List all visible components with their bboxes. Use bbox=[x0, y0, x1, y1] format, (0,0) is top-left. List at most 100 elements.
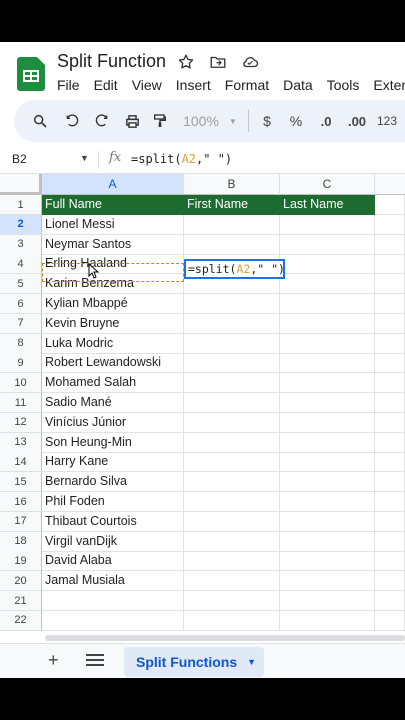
cell[interactable] bbox=[184, 214, 280, 235]
zoom-select[interactable]: 100% bbox=[178, 100, 224, 142]
cell[interactable]: Virgil vanDijk bbox=[42, 531, 184, 552]
row-number[interactable]: 4 bbox=[0, 254, 42, 275]
cell[interactable] bbox=[280, 313, 375, 334]
cell[interactable]: David Alaba bbox=[42, 551, 184, 572]
paint-format-icon[interactable] bbox=[148, 100, 172, 142]
cell[interactable]: Erling Haaland bbox=[42, 254, 184, 275]
undo-icon[interactable] bbox=[60, 100, 84, 142]
all-sheets-icon[interactable] bbox=[86, 652, 104, 668]
name-box[interactable]: B2 bbox=[12, 152, 27, 166]
cell[interactable] bbox=[375, 452, 405, 473]
row-number[interactable]: 11 bbox=[0, 393, 42, 413]
cell[interactable] bbox=[280, 274, 375, 295]
row-number[interactable]: 9 bbox=[0, 353, 42, 374]
cell[interactable] bbox=[375, 274, 405, 295]
cell[interactable] bbox=[375, 373, 405, 394]
cell[interactable] bbox=[184, 353, 280, 374]
cell[interactable] bbox=[184, 412, 280, 433]
cell[interactable] bbox=[184, 393, 280, 413]
cell[interactable] bbox=[184, 432, 280, 453]
cell[interactable]: Karim Benzema bbox=[42, 274, 184, 295]
cell[interactable] bbox=[280, 610, 375, 631]
print-icon[interactable] bbox=[120, 100, 144, 142]
cell[interactable] bbox=[184, 511, 280, 532]
menu-tools[interactable]: Tools bbox=[327, 77, 360, 93]
cell[interactable] bbox=[375, 492, 405, 512]
cell[interactable] bbox=[375, 393, 405, 413]
row-number[interactable]: 12 bbox=[0, 412, 42, 433]
cell[interactable]: Phil Foden bbox=[42, 492, 184, 512]
menu-file[interactable]: File bbox=[57, 77, 80, 93]
currency-format-button[interactable]: $ bbox=[258, 100, 276, 142]
row-number[interactable]: 5 bbox=[0, 274, 42, 295]
cell[interactable] bbox=[280, 591, 375, 611]
cell[interactable] bbox=[375, 195, 405, 215]
sheets-logo-icon[interactable] bbox=[17, 57, 45, 91]
cell[interactable] bbox=[375, 571, 405, 592]
cell[interactable] bbox=[375, 610, 405, 631]
cell[interactable]: Jamal Musiala bbox=[42, 571, 184, 592]
cell[interactable] bbox=[280, 571, 375, 592]
horizontal-scrollbar[interactable] bbox=[45, 635, 405, 641]
row-number[interactable]: 16 bbox=[0, 492, 42, 512]
menu-view[interactable]: View bbox=[132, 77, 162, 93]
cell[interactable]: Harry Kane bbox=[42, 452, 184, 473]
cell[interactable] bbox=[375, 353, 405, 374]
row-number[interactable]: 2 bbox=[0, 214, 42, 235]
cell[interactable] bbox=[280, 412, 375, 433]
cell[interactable] bbox=[375, 472, 405, 493]
formula-input[interactable]: =split(A2," ") bbox=[131, 152, 232, 166]
cell[interactable] bbox=[280, 551, 375, 572]
menu-insert[interactable]: Insert bbox=[176, 77, 211, 93]
cell[interactable]: Kylian Mbappé bbox=[42, 294, 184, 314]
cell[interactable] bbox=[280, 432, 375, 453]
zoom-dropdown-icon[interactable]: ▼ bbox=[226, 100, 240, 142]
menu-extensions[interactable]: Exten bbox=[373, 77, 405, 93]
cell[interactable] bbox=[184, 610, 280, 631]
percent-format-button[interactable]: % bbox=[286, 100, 306, 142]
cell[interactable] bbox=[184, 472, 280, 493]
move-folder-icon[interactable] bbox=[208, 52, 228, 72]
row-number[interactable]: 15 bbox=[0, 472, 42, 493]
cell[interactable] bbox=[42, 610, 184, 631]
cell[interactable] bbox=[184, 571, 280, 592]
menu-data[interactable]: Data bbox=[283, 77, 313, 93]
cell[interactable] bbox=[184, 333, 280, 354]
cell[interactable]: Thibaut Courtois bbox=[42, 511, 184, 532]
cell[interactable]: Bernardo Silva bbox=[42, 472, 184, 493]
cell[interactable] bbox=[280, 214, 375, 235]
cell[interactable]: Last Name bbox=[280, 195, 375, 215]
cell[interactable] bbox=[375, 234, 405, 255]
row-number[interactable]: 8 bbox=[0, 333, 42, 354]
cell[interactable]: First Name bbox=[184, 195, 280, 215]
cell[interactable] bbox=[280, 531, 375, 552]
select-all-corner[interactable] bbox=[0, 174, 42, 195]
row-number[interactable]: 13 bbox=[0, 432, 42, 453]
cloud-status-icon[interactable] bbox=[240, 52, 260, 72]
row-number[interactable]: 3 bbox=[0, 234, 42, 255]
cell[interactable] bbox=[280, 492, 375, 512]
cell[interactable] bbox=[375, 551, 405, 572]
menu-format[interactable]: Format bbox=[225, 77, 269, 93]
cell[interactable] bbox=[375, 412, 405, 433]
row-number[interactable]: 22 bbox=[0, 610, 42, 631]
row-number[interactable]: 19 bbox=[0, 551, 42, 572]
column-header-d[interactable] bbox=[375, 174, 405, 195]
cell[interactable] bbox=[280, 452, 375, 473]
cell[interactable] bbox=[280, 234, 375, 255]
column-header-b[interactable]: B bbox=[184, 174, 280, 195]
cell[interactable]: Sadio Mané bbox=[42, 393, 184, 413]
cell[interactable] bbox=[375, 254, 405, 275]
document-title[interactable]: Split Function bbox=[57, 51, 166, 72]
redo-icon[interactable] bbox=[90, 100, 114, 142]
row-number[interactable]: 17 bbox=[0, 511, 42, 532]
row-number[interactable]: 21 bbox=[0, 591, 42, 611]
row-number[interactable]: 20 bbox=[0, 571, 42, 592]
cell[interactable]: Kevin Bruyne bbox=[42, 313, 184, 334]
cell[interactable]: Vinícius Júnior bbox=[42, 412, 184, 433]
cell[interactable] bbox=[375, 214, 405, 235]
cell[interactable] bbox=[184, 591, 280, 611]
cell[interactable] bbox=[375, 313, 405, 334]
cell[interactable] bbox=[375, 531, 405, 552]
cell[interactable] bbox=[184, 294, 280, 314]
